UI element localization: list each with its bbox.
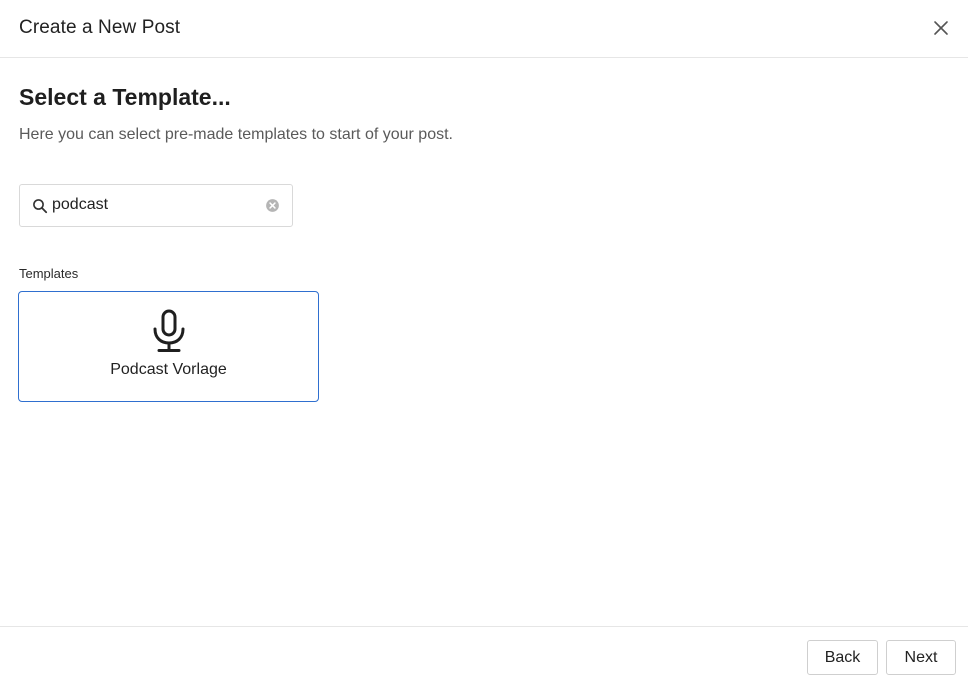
page-title: Select a Template... — [19, 84, 231, 110]
create-post-dialog: Create a New Post Select a Template... H… — [0, 0, 968, 681]
templates-label: Templates — [19, 266, 79, 281]
next-button[interactable]: Next — [886, 640, 956, 675]
search-box[interactable] — [19, 184, 293, 227]
template-card-label: Podcast Vorlage — [110, 361, 227, 378]
microphone-icon — [153, 309, 185, 352]
search-icon — [33, 199, 48, 214]
back-button[interactable]: Back — [807, 640, 878, 675]
search-input[interactable] — [52, 191, 262, 219]
close-icon — [934, 21, 948, 35]
clear-circle-icon[interactable] — [265, 198, 280, 213]
dialog-title: Create a New Post — [19, 17, 181, 38]
template-card-podcast[interactable]: Podcast Vorlage — [18, 291, 319, 402]
close-button[interactable] — [928, 15, 954, 41]
dialog-header: Create a New Post — [0, 0, 968, 58]
page-description: Here you can select pre-made templates t… — [19, 126, 453, 143]
dialog-footer: Back Next — [0, 626, 968, 681]
